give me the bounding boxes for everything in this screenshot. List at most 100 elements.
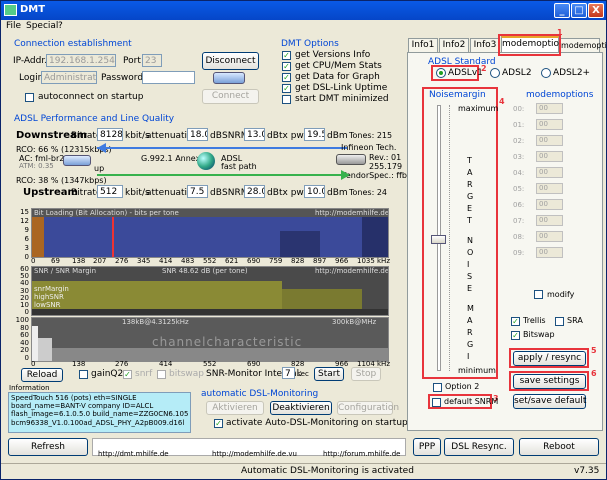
menu-file[interactable]: File	[6, 21, 21, 31]
gainq2-checkbox[interactable]	[79, 370, 88, 379]
mm-field-08[interactable]: 00	[536, 231, 563, 242]
versions-info-label: get Versions Info	[295, 50, 371, 60]
bitswap-graph-checkbox[interactable]	[157, 370, 166, 379]
mm-field-04[interactable]: 00	[536, 167, 563, 178]
menu-help[interactable]: ?	[58, 21, 63, 31]
y-tick: 0	[24, 353, 29, 362]
x-tick: 345	[137, 257, 151, 265]
start-minimized-checkbox[interactable]	[282, 95, 291, 104]
tab-info2[interactable]: Info2	[439, 38, 469, 53]
adsl2-radio[interactable]	[490, 68, 500, 78]
maximize-button[interactable]: □	[571, 3, 587, 18]
reload-button[interactable]: Reload	[21, 368, 63, 382]
target-letter: T	[467, 216, 473, 225]
mm-label-09: 09:	[513, 249, 525, 257]
mm-field-00[interactable]: 00	[536, 103, 563, 114]
sra-checkbox[interactable]	[555, 317, 564, 326]
version-text: v7.35	[574, 466, 600, 476]
tab-info3[interactable]: Info3	[470, 38, 500, 53]
annotation-5: 5	[591, 346, 597, 355]
globe-icon	[197, 152, 215, 170]
link-dmt[interactable]: http://dmt.mhilfe.de	[98, 450, 169, 458]
reboot-button[interactable]: Reboot	[519, 438, 599, 456]
stop-button[interactable]: Stop	[351, 367, 381, 381]
snrf-checkbox[interactable]: ✓	[123, 370, 132, 379]
rev-label: Rev.: 01	[369, 153, 402, 162]
password-field[interactable]	[142, 71, 195, 84]
up-bitrate-value: 512	[97, 185, 123, 198]
trellis-checkbox[interactable]: ✓	[511, 317, 520, 326]
down-snrm-value: 13.0	[244, 128, 265, 141]
bitswap-checkbox[interactable]: ✓	[511, 331, 520, 340]
snr-legend: snrMargin highSNR lowSNR	[34, 285, 69, 309]
connection-header: Connection establishment	[14, 39, 132, 49]
y-tick: 3	[24, 244, 29, 252]
margin-letter: I	[467, 352, 471, 361]
y-tick: 15	[20, 208, 29, 216]
auto-monitoring-startup-checkbox[interactable]: ✓	[214, 419, 223, 428]
save-settings-button[interactable]: save settings	[513, 374, 586, 389]
modify-checkbox[interactable]	[534, 290, 543, 299]
tab-modemoptions2[interactable]: modemoptions2	[560, 38, 607, 53]
link-modemhilfe[interactable]: http://modemhilfe.de.vu	[212, 450, 297, 458]
down-bitrate-value: 8128	[97, 128, 123, 141]
configuration-button[interactable]: Configuration	[337, 401, 399, 415]
downstream-arrowhead	[97, 143, 106, 153]
apply-resync-button[interactable]: apply / resync	[513, 351, 586, 366]
dsl-resync-button[interactable]: DSL Resync.	[444, 438, 514, 456]
down-db1: dB	[210, 131, 222, 141]
close-button[interactable]: X	[588, 3, 604, 18]
bitswap-label: Bitswap	[523, 330, 555, 339]
minimize-button[interactable]: _	[554, 3, 570, 18]
status-text: Automatic DSL-Monitoring is activated	[241, 466, 414, 476]
mm-field-03[interactable]: 00	[536, 151, 563, 162]
adsl2plus-radio[interactable]	[541, 68, 551, 78]
disconnect-button[interactable]: Disconnect	[202, 52, 259, 70]
x-tick: 69	[51, 257, 60, 265]
info-line: flash_image=6.1.0.5.0 build_name=ZZG0CN6…	[11, 410, 189, 419]
margin-letter: M	[467, 304, 475, 313]
refresh-button[interactable]: Refresh	[8, 438, 88, 456]
deactivate-button[interactable]: Deaktivieren	[270, 401, 332, 415]
mm-field-01[interactable]: 00	[536, 119, 563, 130]
adslv1-radio[interactable]	[436, 68, 446, 78]
activate-button[interactable]: Aktivieren	[206, 401, 264, 415]
option2-checkbox[interactable]	[433, 383, 442, 392]
mm-field-02[interactable]: 00	[536, 135, 563, 146]
sra-label: SRA	[567, 316, 583, 325]
mm-field-07[interactable]: 00	[536, 215, 563, 226]
margin-letter: G	[467, 340, 475, 349]
port-field[interactable]: 23	[142, 54, 162, 67]
login-field[interactable]: Administrator	[41, 71, 97, 84]
set-save-default-button[interactable]: set/save default	[513, 394, 586, 409]
option2-label: Option 2	[445, 382, 480, 391]
channel-graph: 138kB@4.3125kHz 300kB@MHz channelcharact…	[31, 317, 389, 362]
information-box: SpeedTouch 516 (pots) eth=SINGLE board_n…	[8, 392, 191, 433]
info-line: bcm96338_V1.0.100ad_ADSL_PHY_A2pB009.d16…	[11, 418, 185, 427]
connect-button[interactable]: Connect	[202, 89, 259, 104]
start-button[interactable]: Start	[314, 367, 344, 381]
snr-y-axis: 60 50 40 30 20 10 0	[13, 265, 29, 316]
menu-special[interactable]: Special	[26, 21, 58, 31]
annotation-box-noisemargin	[422, 87, 498, 379]
tab-info1[interactable]: Info1	[408, 38, 438, 53]
noisemargin-max: maximum	[458, 104, 499, 113]
dmt-options-header: DMT Options	[281, 39, 339, 49]
snr-interval-field[interactable]: 7	[282, 367, 295, 379]
mm-field-09[interactable]: 00	[536, 247, 563, 258]
x-tick: 552	[203, 257, 217, 265]
link-forum[interactable]: http://forum.mhilfe.de	[323, 450, 400, 458]
noisemargin-slider-thumb[interactable]	[431, 235, 446, 244]
target-letter: T	[467, 156, 473, 165]
mm-field-05[interactable]: 00	[536, 183, 563, 194]
title-bar[interactable]: DMT _ □ X	[1, 1, 606, 20]
mm-field-06[interactable]: 00	[536, 199, 563, 210]
autoconnect-checkbox[interactable]	[25, 93, 34, 102]
cpu-mem-checkbox[interactable]: ✓	[282, 62, 291, 71]
ppp-button[interactable]: PPP	[413, 438, 441, 456]
ip-field[interactable]: 192.168.1.254	[46, 54, 116, 67]
default-snrm-checkbox[interactable]	[432, 398, 441, 407]
uptime-checkbox[interactable]: ✓	[282, 84, 291, 93]
versions-info-checkbox[interactable]: ✓	[282, 51, 291, 60]
graph-data-checkbox[interactable]: ✓	[282, 73, 291, 82]
